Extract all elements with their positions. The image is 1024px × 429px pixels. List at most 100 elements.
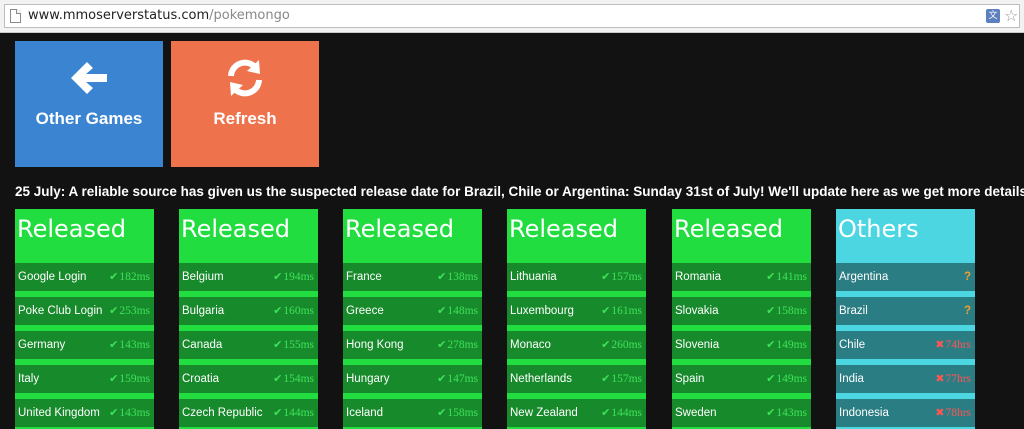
- server-name: Google Login: [18, 271, 87, 283]
- server-status: ?: [964, 297, 971, 325]
- server-name: India: [839, 373, 864, 385]
- server-row[interactable]: Slovakia ✔158ms: [672, 297, 811, 325]
- check-icon: ✔: [601, 406, 611, 419]
- url-host: www.mmoserverstatus.com: [28, 8, 210, 23]
- server-name: United Kingdom: [18, 407, 100, 419]
- server-row[interactable]: Iceland ✔158ms: [343, 399, 482, 427]
- server-row[interactable]: Sweden ✔143ms: [672, 399, 811, 427]
- server-name: Hong Kong: [346, 339, 404, 351]
- url-box[interactable]: www.mmoserverstatus.com/pokemongo 文 ☆: [4, 4, 1020, 28]
- server-name: Hungary: [346, 373, 390, 385]
- server-latency: 157ms: [611, 271, 642, 283]
- server-row[interactable]: United Kingdom ✔143ms: [15, 399, 154, 427]
- check-icon: ✔: [766, 406, 776, 419]
- server-row[interactable]: Chile ✖74hrs: [836, 331, 975, 359]
- server-status: ✔160ms: [273, 297, 314, 325]
- server-name: Greece: [346, 305, 384, 317]
- server-name: Brazil: [839, 305, 868, 317]
- server-latency: 147ms: [447, 373, 478, 385]
- server-row[interactable]: Hong Kong ✔278ms: [343, 331, 482, 359]
- server-row[interactable]: Luxembourg ✔161ms: [507, 297, 646, 325]
- arrow-left-icon: [15, 53, 163, 103]
- server-name: Iceland: [346, 407, 384, 419]
- translate-icon[interactable]: 文: [986, 9, 1000, 23]
- server-row[interactable]: Brazil?: [836, 297, 975, 325]
- server-latency: 148ms: [447, 305, 478, 317]
- browser-address-bar: www.mmoserverstatus.com/pokemongo 文 ☆: [0, 0, 1024, 33]
- server-latency: 144ms: [611, 407, 642, 419]
- server-row[interactable]: Italy ✔159ms: [15, 365, 154, 393]
- server-status: ✖78hrs: [935, 399, 971, 427]
- server-row[interactable]: Hungary ✔147ms: [343, 365, 482, 393]
- server-latency: ?: [963, 271, 971, 283]
- check-icon: ✔: [437, 406, 447, 419]
- cross-icon: ✖: [935, 372, 945, 385]
- url-path: /pokemongo: [209, 8, 290, 23]
- server-latency: 260ms: [611, 339, 642, 351]
- server-latency: 159ms: [119, 373, 150, 385]
- server-row[interactable]: Argentina?: [836, 263, 975, 291]
- check-icon: ✔: [273, 304, 283, 317]
- server-row[interactable]: Netherlands ✔157ms: [507, 365, 646, 393]
- check-icon: ✔: [437, 270, 447, 283]
- server-row[interactable]: Greece ✔148ms: [343, 297, 482, 325]
- server-row[interactable]: New Zealand ✔144ms: [507, 399, 646, 427]
- server-row[interactable]: Lithuania ✔157ms: [507, 263, 646, 291]
- refresh-button[interactable]: Refresh: [171, 41, 319, 167]
- server-row[interactable]: Bulgaria ✔160ms: [179, 297, 318, 325]
- server-status: ✔278ms: [437, 331, 478, 359]
- server-latency: 155ms: [283, 339, 314, 351]
- server-latency: 143ms: [776, 407, 807, 419]
- server-latency: 157ms: [611, 373, 642, 385]
- server-row[interactable]: Spain ✔149ms: [672, 365, 811, 393]
- server-row[interactable]: India ✖77hrs: [836, 365, 975, 393]
- check-icon: ✔: [273, 338, 283, 351]
- server-status: ✖77hrs: [935, 365, 971, 393]
- server-latency: 74hrs: [945, 339, 971, 351]
- server-row[interactable]: Slovenia ✔149ms: [672, 331, 811, 359]
- status-column: Others Argentina? Brazil? Chile ✖74hrs India ✖…: [836, 209, 975, 429]
- server-status: ✔155ms: [273, 331, 314, 359]
- server-row[interactable]: Croatia ✔154ms: [179, 365, 318, 393]
- check-icon: ✔: [109, 304, 119, 317]
- refresh-label: Refresh: [213, 109, 277, 128]
- server-status: ✔158ms: [437, 399, 478, 427]
- server-name: Monaco: [510, 339, 551, 351]
- server-name: Sweden: [675, 407, 717, 419]
- server-latency: 143ms: [119, 407, 150, 419]
- server-latency: 149ms: [776, 339, 807, 351]
- check-icon: ✔: [437, 304, 447, 317]
- check-icon: ✔: [766, 338, 776, 351]
- server-row[interactable]: Romania ✔141ms: [672, 263, 811, 291]
- server-row[interactable]: Poke Club Login ✔253ms: [15, 297, 154, 325]
- server-name: Belgium: [182, 271, 224, 283]
- server-row[interactable]: Indonesia ✖78hrs: [836, 399, 975, 427]
- server-latency: 138ms: [447, 271, 478, 283]
- server-status: ✔154ms: [273, 365, 314, 393]
- server-row[interactable]: Belgium ✔194ms: [179, 263, 318, 291]
- cross-icon: ✖: [935, 338, 945, 351]
- server-name: Indonesia: [839, 407, 889, 419]
- server-status: ✔260ms: [601, 331, 642, 359]
- server-status: ✖74hrs: [935, 331, 971, 359]
- star-icon[interactable]: ☆: [1004, 6, 1018, 25]
- server-row[interactable]: Germany ✔143ms: [15, 331, 154, 359]
- server-row[interactable]: Google Login ✔182ms: [15, 263, 154, 291]
- server-name: Argentina: [839, 271, 889, 283]
- status-column: Released Lithuania ✔157ms Luxembourg ✔161ms M…: [507, 209, 646, 429]
- server-latency: 144ms: [283, 407, 314, 419]
- server-status: ✔143ms: [109, 331, 150, 359]
- server-row[interactable]: Monaco ✔260ms: [507, 331, 646, 359]
- server-row[interactable]: Czech Republic ✔144ms: [179, 399, 318, 427]
- server-status: ✔148ms: [437, 297, 478, 325]
- server-name: New Zealand: [510, 407, 578, 419]
- other-games-button[interactable]: Other Games: [15, 41, 163, 167]
- refresh-icon: [171, 53, 319, 103]
- server-row[interactable]: France ✔138ms: [343, 263, 482, 291]
- check-icon: ✔: [109, 372, 119, 385]
- server-status: ✔143ms: [766, 399, 807, 427]
- url-text[interactable]: www.mmoserverstatus.com/pokemongo: [28, 8, 290, 23]
- server-latency: 149ms: [776, 373, 807, 385]
- server-name: Canada: [182, 339, 223, 351]
- server-row[interactable]: Canada ✔155ms: [179, 331, 318, 359]
